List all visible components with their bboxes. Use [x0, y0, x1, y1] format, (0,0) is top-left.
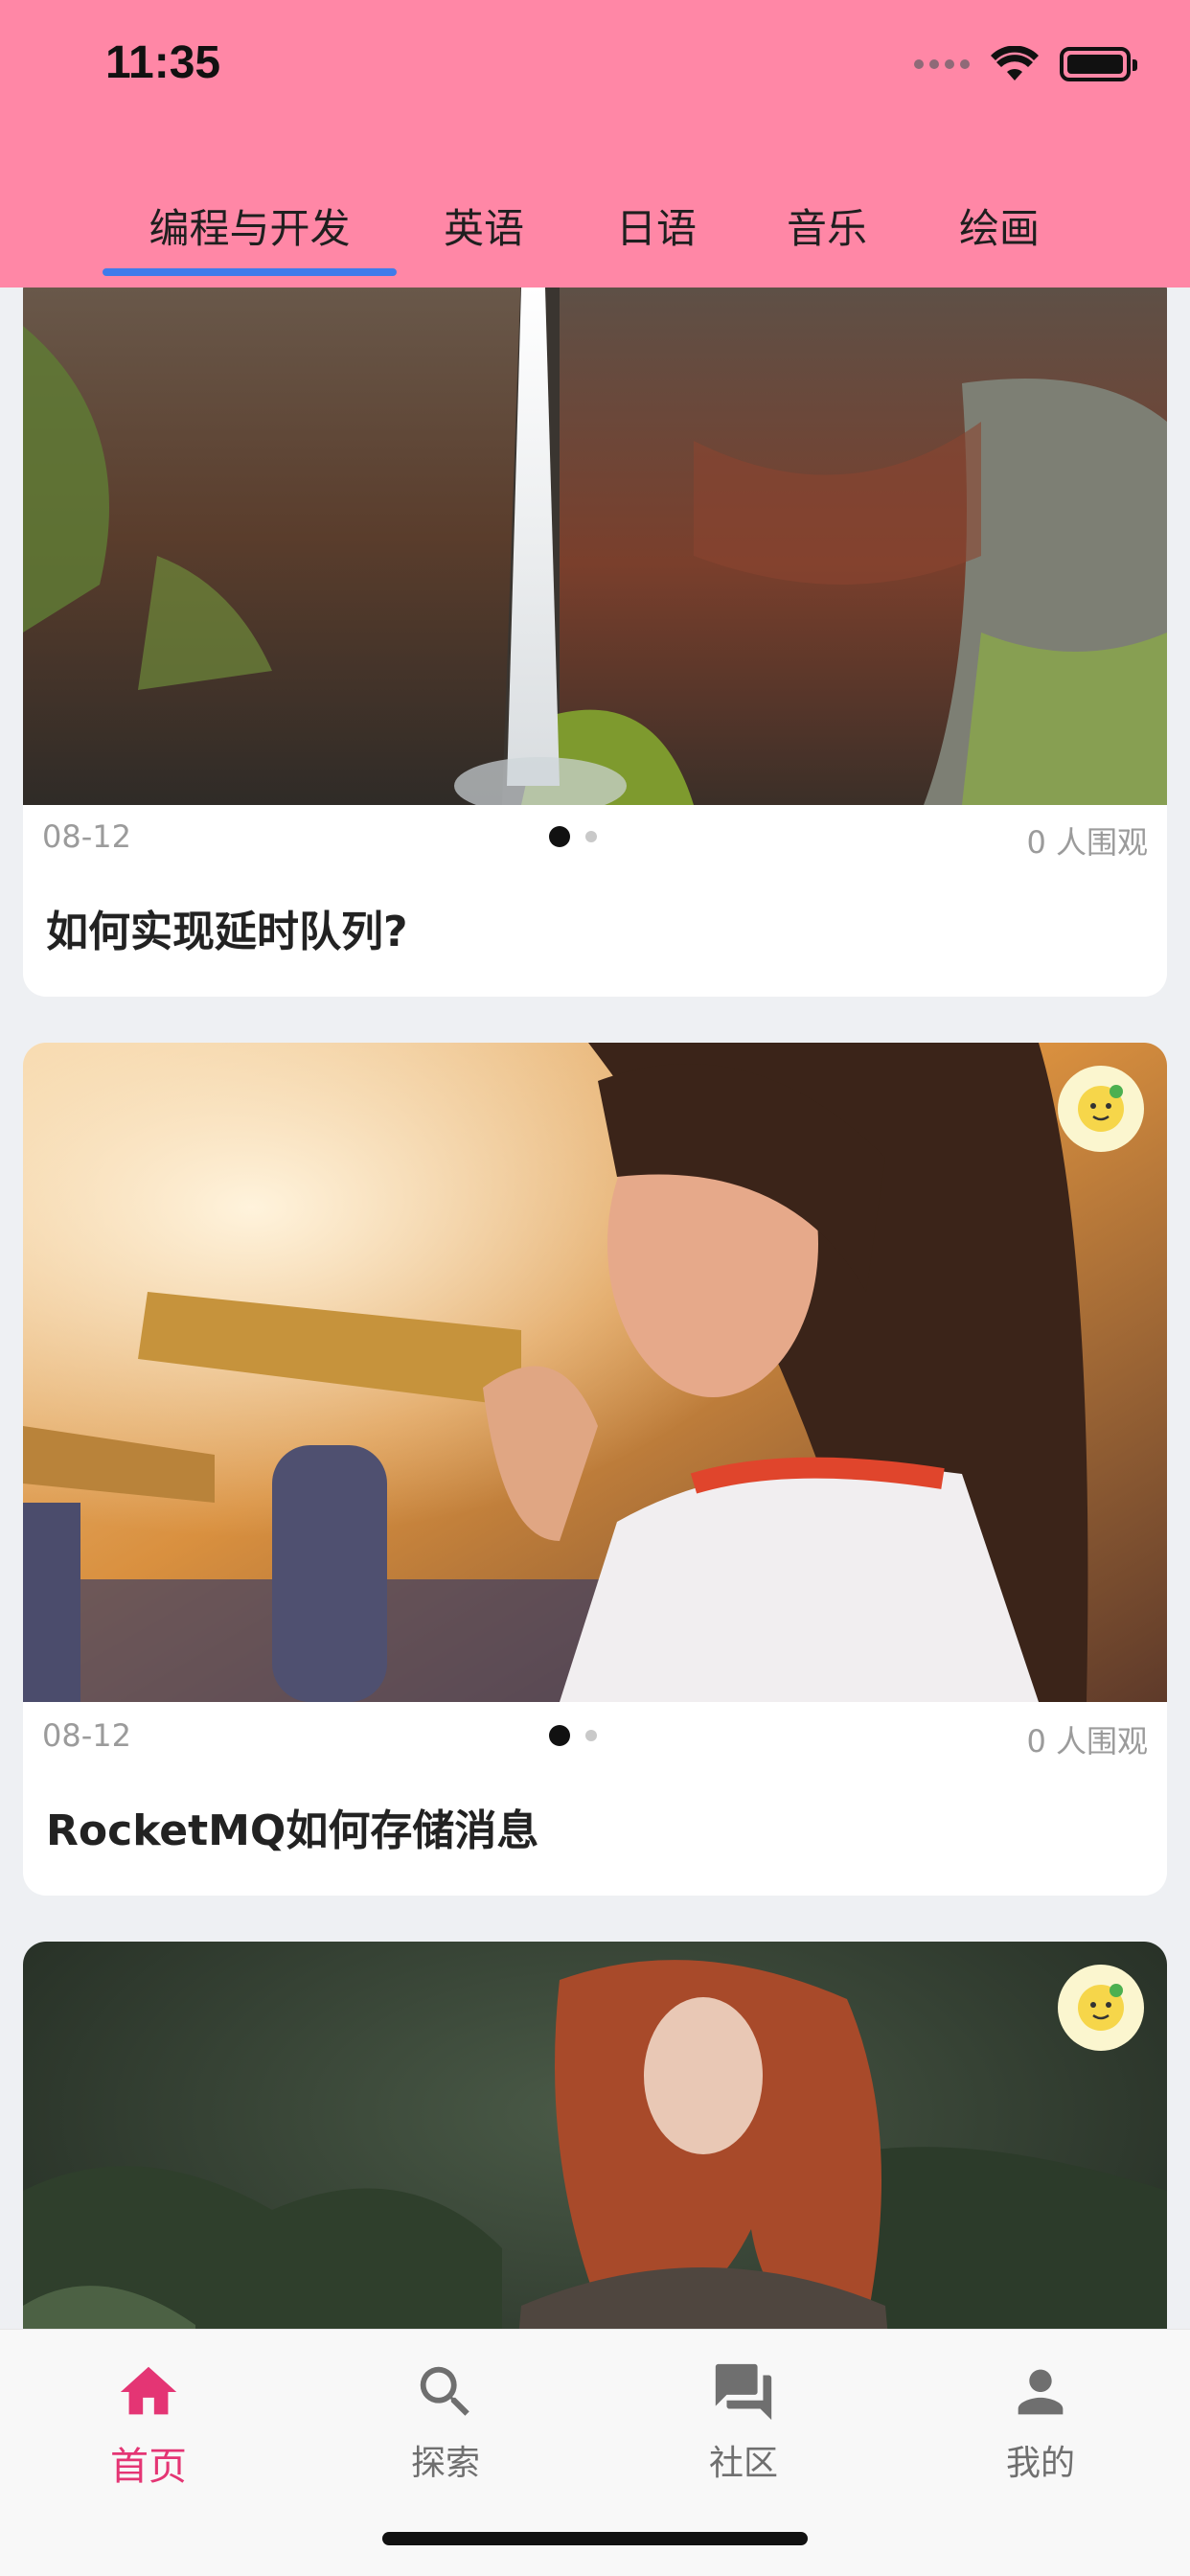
wifi-icon: [991, 46, 1039, 80]
nav-community[interactable]: 社区: [648, 2358, 839, 2512]
nav-explore[interactable]: 探索: [350, 2358, 541, 2512]
tab-music[interactable]: 音乐: [765, 172, 889, 278]
carousel-dot-active: [549, 1725, 570, 1746]
carousel-dot: [585, 1730, 597, 1741]
app-screen: 11:35 编程与开发 英语 日语 音乐 绘画 08-12 0 人围观 如何实现…: [0, 0, 1190, 2576]
person-icon: [1018, 2369, 1064, 2415]
card-views: 0 人围观: [1026, 824, 1148, 861]
article-feed[interactable]: 08-12 0 人围观 如何实现延时队列? 08-12 0 人围观 Rocket…: [0, 288, 1190, 2329]
category-tabs: 编程与开发 英语 日语 音乐 绘画: [0, 172, 1190, 278]
article-card[interactable]: 08-12 0 人围观 RocketMQ如何存储消息: [23, 1043, 1167, 1896]
card-image-carousel[interactable]: [23, 1043, 1167, 1702]
battery-icon: [1060, 47, 1137, 81]
chat-icon: [715, 2363, 772, 2421]
carousel-dots: [549, 1725, 597, 1746]
status-time: 11:35: [105, 37, 221, 88]
home-indicator[interactable]: [382, 2532, 808, 2545]
search-icon: [420, 2366, 469, 2416]
nav-label: 我的: [1005, 2444, 1075, 2483]
card-views: 0 人围观: [1026, 1723, 1148, 1760]
nav-home[interactable]: 首页: [53, 2358, 244, 2512]
home-icon: [120, 2366, 177, 2415]
tab-programming[interactable]: 编程与开发: [103, 172, 397, 278]
nav-profile[interactable]: 我的: [945, 2358, 1136, 2512]
card-image-carousel[interactable]: [23, 1942, 1167, 2329]
article-card[interactable]: [23, 1942, 1167, 2329]
carousel-dot-active: [549, 826, 570, 847]
card-date: 08-12: [42, 818, 131, 855]
status-icons: [914, 46, 1137, 82]
carousel-dots: [549, 826, 597, 847]
cellular-signal-icon: [914, 59, 970, 69]
nav-label: 社区: [708, 2444, 778, 2483]
nav-label: 探索: [410, 2444, 480, 2483]
card-date: 08-12: [42, 1717, 131, 1754]
tab-english[interactable]: 英语: [422, 172, 546, 278]
card-image-carousel[interactable]: [23, 288, 1167, 805]
top-header: 11:35 编程与开发 英语 日语 音乐 绘画: [0, 0, 1190, 288]
tab-painting[interactable]: 绘画: [937, 172, 1062, 278]
card-title[interactable]: 如何实现延时队列?: [46, 897, 408, 958]
article-card[interactable]: 08-12 0 人围观 如何实现延时队列?: [23, 288, 1167, 997]
waterfall-canyon-photo: [23, 288, 1167, 805]
nav-label: 首页: [110, 2445, 187, 2489]
carousel-dot: [585, 831, 597, 842]
card-title[interactable]: RocketMQ如何存储消息: [46, 1796, 538, 1857]
active-tab-indicator: [103, 268, 397, 276]
lemon-sticker-icon: [1058, 1965, 1144, 2051]
lemon-sticker-icon: [1058, 1066, 1144, 1152]
red-haired-woman-forest-photo: [23, 1942, 1167, 2329]
woman-at-binocular-photo: [23, 1043, 1167, 1702]
tab-japanese[interactable]: 日语: [594, 172, 719, 278]
